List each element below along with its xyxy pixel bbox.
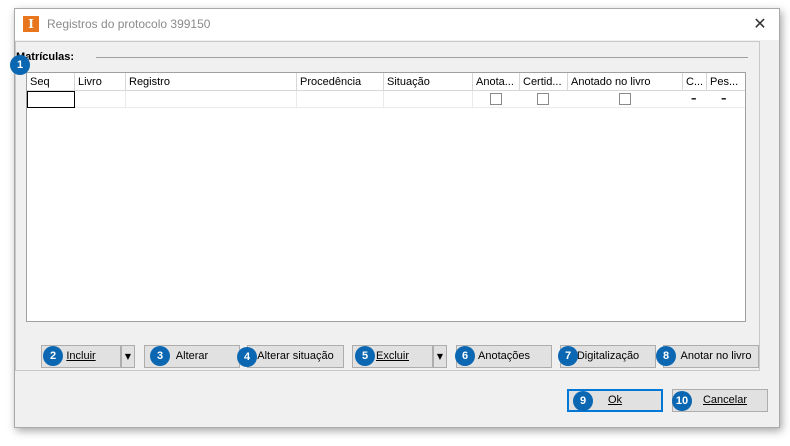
column-header-pes[interactable]: Pes... xyxy=(707,73,745,91)
alterar-label: Alterar xyxy=(175,350,209,362)
cell-registro[interactable] xyxy=(126,91,297,108)
anotar-no-livro-button[interactable]: Anotar no livro xyxy=(663,345,759,368)
matriculas-grid[interactable]: Seq Livro Registro Procedência Situação … xyxy=(26,72,746,322)
cell-seq[interactable] xyxy=(27,91,75,108)
cell-pes-value: – xyxy=(721,92,727,105)
cell-situacao[interactable] xyxy=(384,91,473,108)
callout-badge-10: 10 xyxy=(672,391,692,411)
cancelar-label: Cancelar xyxy=(702,394,748,406)
excluir-label: Excluir xyxy=(375,350,409,362)
excluir-dropdown-arrow-icon[interactable]: ▼ xyxy=(433,345,447,368)
callout-badge-6: 6 xyxy=(455,346,475,366)
callout-badge-1: 1 xyxy=(10,55,30,75)
column-header-anotado-no-livro[interactable]: Anotado no livro xyxy=(568,73,683,91)
certidao-checkbox[interactable] xyxy=(537,93,549,105)
group-title-divider xyxy=(96,57,748,58)
callout-badge-3: 3 xyxy=(150,346,170,366)
incluir-dropdown-arrow-icon[interactable]: ▼ xyxy=(121,345,135,368)
column-header-procedencia[interactable]: Procedência xyxy=(297,73,384,91)
app-logo-icon: I xyxy=(23,16,39,32)
alterar-situacao-button[interactable]: Alterar situação xyxy=(247,345,344,368)
column-header-situacao[interactable]: Situação xyxy=(384,73,473,91)
callout-badge-2: 2 xyxy=(43,346,63,366)
callout-badge-9: 9 xyxy=(573,391,593,411)
cell-c-value: – xyxy=(691,92,697,105)
anotar-no-livro-label: Anotar no livro xyxy=(680,350,752,362)
title-bar: I Registros do protocolo 399150 ✕ xyxy=(15,9,779,40)
close-button[interactable]: ✕ xyxy=(745,11,775,37)
callout-badge-5: 5 xyxy=(355,346,375,366)
column-header-seq[interactable]: Seq xyxy=(27,73,75,91)
anotacoes-label: Anotações xyxy=(478,350,530,362)
incluir-label: Incluir xyxy=(66,350,96,362)
callout-badge-4: 4 xyxy=(237,347,257,367)
grid-header: Seq Livro Registro Procedência Situação … xyxy=(27,73,745,91)
column-header-registro[interactable]: Registro xyxy=(126,73,297,91)
table-row[interactable]: – – xyxy=(27,91,745,108)
alterar-situacao-label: Alterar situação xyxy=(257,350,334,362)
anotado-checkbox[interactable] xyxy=(490,93,502,105)
column-header-c[interactable]: C... xyxy=(683,73,707,91)
window-title: Registros do protocolo 399150 xyxy=(47,17,211,31)
anotado-no-livro-checkbox[interactable] xyxy=(619,93,631,105)
column-header-livro[interactable]: Livro xyxy=(75,73,126,91)
column-header-anotado[interactable]: Anota... xyxy=(473,73,520,91)
ok-label: Ok xyxy=(607,394,623,406)
cell-livro[interactable] xyxy=(75,91,126,108)
callout-badge-7: 7 xyxy=(558,346,578,366)
column-header-certidao[interactable]: Certid... xyxy=(520,73,568,91)
cell-procedencia[interactable] xyxy=(297,91,384,108)
callout-badge-8: 8 xyxy=(656,346,676,366)
digitalizacao-label: Digitalização xyxy=(576,350,640,362)
